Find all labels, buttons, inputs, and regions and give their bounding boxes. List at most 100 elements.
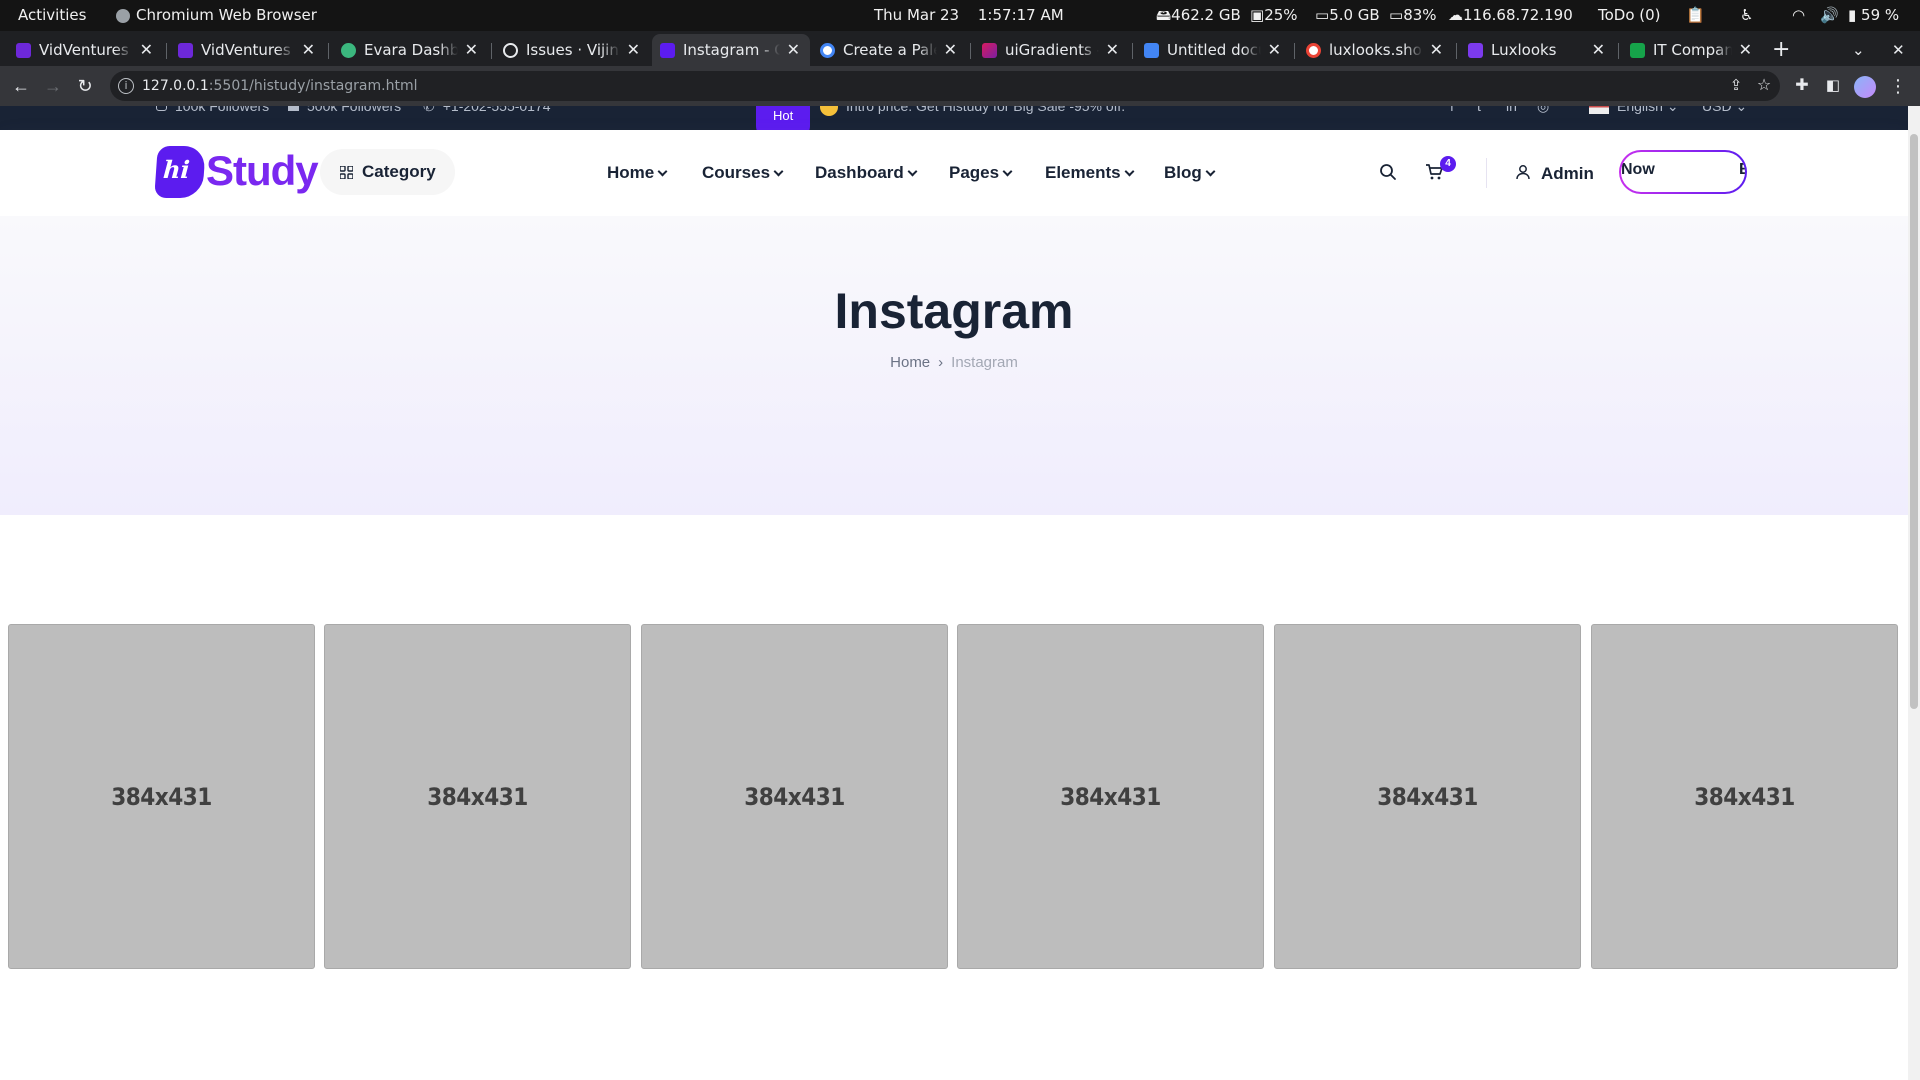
tab-close-icon[interactable]: ✕ (1268, 34, 1281, 66)
nav-home[interactable]: Home (607, 130, 668, 216)
instagram-gallery-image-5[interactable]: 384x431 (1274, 624, 1581, 969)
chevron-down-icon: ⌄ (1666, 106, 1679, 114)
tab-close-icon[interactable]: ✕ (302, 34, 315, 66)
tab-evara-dashboard[interactable]: Evara Dashboard ✕ (333, 34, 488, 66)
instagram-followers-link[interactable]: 100k Followers (156, 106, 269, 130)
page-scrollbar[interactable] (1908, 106, 1920, 1080)
clock[interactable]: Thu Mar 23 1:57:17 AM (874, 0, 1064, 31)
nav-pages[interactable]: Pages (949, 130, 1013, 216)
nav-label: Home (607, 163, 655, 182)
tab-close-icon[interactable]: ✕ (787, 34, 800, 66)
instagram-followers-text: 100k Followers (175, 106, 270, 114)
tab-search-chevron-down-icon[interactable]: ⌄ (1852, 34, 1872, 66)
histudy-favicon-icon (660, 43, 675, 58)
tab-untitled-document[interactable]: Untitled document ✕ (1136, 34, 1291, 66)
logo-mark-text: hi (162, 155, 191, 184)
address-bar[interactable]: i 127.0.0.1:5501/histudy/instagram.html … (110, 71, 1780, 101)
facebook-followers-link[interactable]: 500k Followers (288, 106, 401, 130)
facebook-social-icon[interactable]: f (1450, 106, 1454, 130)
battery-indicator[interactable]: ▮ 59 % (1848, 0, 1899, 31)
wifi-icon[interactable]: ◠ (1792, 0, 1805, 31)
breadcrumb-home-link[interactable]: Home (890, 354, 930, 371)
memory-indicator: ▭5.0 GB (1315, 0, 1380, 31)
tab-title: Luxlooks (1491, 41, 1557, 59)
forward-arrow-icon[interactable]: → (41, 74, 65, 98)
currency-select[interactable]: USD ⌄ (1702, 106, 1747, 130)
placeholder-label: 384x431 (427, 782, 528, 811)
tab-vidventures-2[interactable]: VidVentures ✕ (170, 34, 325, 66)
browser-toolbar: ← → ↻ i 127.0.0.1:5501/histudy/instagram… (0, 66, 1920, 106)
instagram-gallery-image-2[interactable]: 384x431 (324, 624, 631, 969)
placeholder-label: 384x431 (1694, 782, 1795, 811)
language-select[interactable]: English ⌄ (1589, 106, 1679, 130)
todo-indicator[interactable]: ToDo (0) (1598, 0, 1661, 31)
reload-icon[interactable]: ↻ (73, 74, 97, 98)
time: 1:57:17 AM (977, 6, 1064, 24)
tab-close-icon[interactable]: ✕ (465, 34, 478, 66)
admin-label: Admin (1541, 164, 1594, 183)
url-text[interactable]: 127.0.0.1:5501/histudy/instagram.html (142, 71, 418, 101)
disk-indicator: 🖴462.2 GB (1156, 0, 1241, 31)
instagram-gallery-image-1[interactable]: 384x431 (8, 624, 315, 969)
back-arrow-icon[interactable]: ← (9, 74, 33, 98)
linkedin-social-icon[interactable]: in (1506, 106, 1517, 130)
tab-github-issues[interactable]: Issues · VijinV/ ✕ (495, 34, 650, 66)
app-menu[interactable]: Chromium Web Browser (116, 0, 317, 31)
language-text: English (1617, 106, 1663, 114)
new-tab-button[interactable]: + (1772, 34, 1796, 66)
tab-close-icon[interactable]: ✕ (944, 34, 957, 66)
site-info-icon[interactable]: i (118, 78, 134, 94)
nav-courses[interactable]: Courses (702, 130, 784, 216)
nav-dashboard[interactable]: Dashboard (815, 130, 918, 216)
volume-icon[interactable]: 🔊 (1820, 0, 1839, 31)
breadcrumb-current: Instagram (951, 354, 1018, 371)
grid-icon (340, 166, 353, 179)
instagram-gallery-image-3[interactable]: 384x431 (641, 624, 948, 969)
tab-uigradients[interactable]: uiGradients - Beautiful ✕ (974, 34, 1129, 66)
instagram-gallery-image-4[interactable]: 384x431 (957, 624, 1264, 969)
placeholder-label: 384x431 (111, 782, 212, 811)
enroll-text-e: E (1739, 161, 1745, 178)
accessibility-icon[interactable]: ♿ (1740, 0, 1753, 31)
tab-title: IT Company N (1653, 41, 1732, 59)
tab-close-icon[interactable]: ✕ (1106, 34, 1119, 66)
instagram-social-icon[interactable]: ◎ (1537, 106, 1549, 130)
phone-link[interactable]: ✆ +1-202-555-0174 (423, 106, 551, 130)
activities-button[interactable]: Activities (18, 0, 86, 31)
cpu-value: 25% (1264, 6, 1298, 24)
twitter-social-icon[interactable]: t (1477, 106, 1481, 130)
nav-label: Elements (1045, 163, 1121, 182)
chevron-down-icon (1002, 166, 1013, 177)
cpu-icon: ▣ (1250, 6, 1265, 24)
bookmark-star-icon[interactable]: ☆ (1752, 74, 1776, 98)
window-close-icon[interactable]: ✕ (1892, 34, 1912, 66)
tab-vidventures-1[interactable]: VidVentures ✕ (8, 34, 163, 66)
tab-it-company[interactable]: IT Company N ✕ (1622, 34, 1762, 66)
nav-blog[interactable]: Blog (1164, 130, 1216, 216)
vidventures-favicon-icon (178, 43, 193, 58)
clipboard-icon[interactable]: 📋 (1686, 0, 1705, 31)
category-button[interactable]: Category (320, 149, 455, 195)
tab-close-icon[interactable]: ✕ (1430, 34, 1443, 66)
tab-close-icon[interactable]: ✕ (1592, 34, 1605, 66)
enroll-now-button[interactable]: Now E (1619, 150, 1747, 194)
promo-banner: Intro price. Get Histudy for Big Sale -9… (820, 106, 1125, 130)
side-panel-icon[interactable]: ◧ (1821, 74, 1845, 98)
nav-elements[interactable]: Elements (1045, 130, 1135, 216)
browser-menu-icon[interactable]: ⋮ (1886, 74, 1910, 98)
tab-create-palette[interactable]: Create a Palette ✕ (812, 34, 967, 66)
tab-luxlooks[interactable]: Luxlooks ✕ (1460, 34, 1615, 66)
search-icon[interactable] (1378, 162, 1398, 182)
tab-luxlooks-shop[interactable]: luxlooks.shop ✕ (1298, 34, 1453, 66)
extensions-puzzle-icon[interactable]: ✚ (1790, 74, 1814, 98)
tab-title: Instagram - Online (683, 41, 780, 59)
profile-avatar[interactable] (1853, 74, 1877, 99)
share-icon[interactable]: ⇪ (1724, 74, 1748, 98)
logo-mark-icon: hi (154, 146, 206, 198)
instagram-gallery-image-6[interactable]: 384x431 (1591, 624, 1898, 969)
scrollbar-thumb[interactable] (1910, 134, 1918, 709)
tab-close-icon[interactable]: ✕ (1739, 34, 1752, 66)
tab-instagram-active[interactable]: Instagram - Online ✕ (652, 34, 810, 66)
tab-close-icon[interactable]: ✕ (627, 34, 640, 66)
tab-close-icon[interactable]: ✕ (140, 34, 153, 66)
